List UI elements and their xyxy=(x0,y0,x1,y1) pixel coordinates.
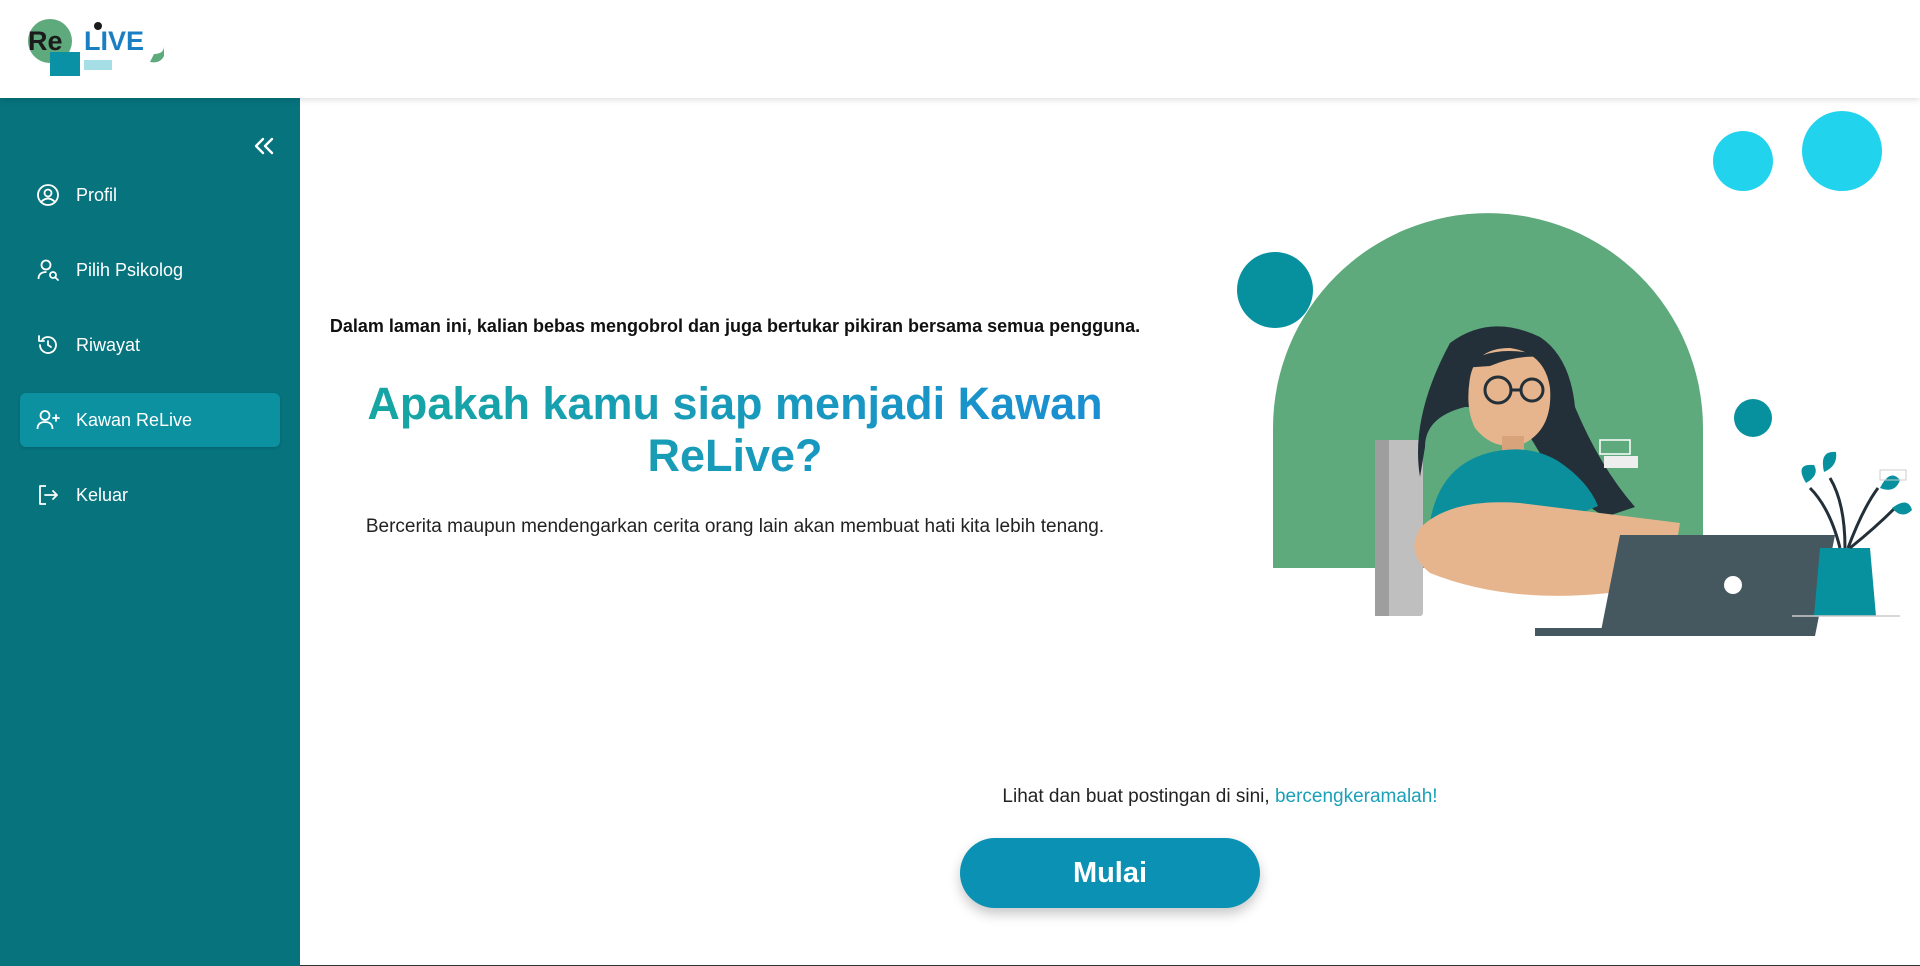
relive-logo[interactable]: Re LIVE xyxy=(26,16,174,80)
cta-text: Lihat dan buat postingan di sini, bercen… xyxy=(900,786,1540,808)
sidebar-item-keluar[interactable]: Keluar xyxy=(20,468,280,522)
start-button[interactable]: Mulai xyxy=(960,838,1260,908)
page-headline: Apakah kamu siap menjadi Kawan ReLive? xyxy=(360,378,1110,482)
sidebar-nav: Profil Pilih Psikolog Riwayat Kawan ReLi… xyxy=(20,168,280,543)
subtext: Bercerita maupun mendengarkan cerita ora… xyxy=(365,516,1105,537)
sidebar-item-profil[interactable]: Profil xyxy=(20,168,280,222)
chevrons-left-icon xyxy=(254,137,274,155)
sidebar-item-label: Kawan ReLive xyxy=(76,409,193,430)
sidebar-item-label: Profil xyxy=(76,184,118,205)
history-icon xyxy=(36,333,60,357)
cta-prefix: Lihat dan buat postingan di sini, xyxy=(1002,786,1275,807)
sidebar-item-pilih-psikolog[interactable]: Pilih Psikolog xyxy=(20,243,280,297)
sidebar: Profil Pilih Psikolog Riwayat Kawan ReLi… xyxy=(0,98,300,966)
woman-laptop-illustration xyxy=(1237,111,1912,636)
user-search-icon xyxy=(36,258,60,282)
sidebar-item-riwayat[interactable]: Riwayat xyxy=(20,318,280,372)
user-circle-icon xyxy=(36,183,60,207)
main-content: Dalam laman ini, kalian bebas mengobrol … xyxy=(300,98,1920,966)
logout-icon xyxy=(36,483,60,507)
sidebar-item-label: Keluar xyxy=(76,484,129,505)
sidebar-item-label: Riwayat xyxy=(76,334,141,355)
sidebar-item-label: Pilih Psikolog xyxy=(76,259,184,280)
collapse-sidebar-button[interactable] xyxy=(250,134,278,158)
top-bar: Re LIVE xyxy=(0,0,1920,98)
bercengkeramalah-link[interactable]: bercengkeramalah! xyxy=(1275,786,1438,807)
sidebar-item-kawan-relive[interactable]: Kawan ReLive xyxy=(20,393,280,447)
intro-text: Dalam laman ini, kalian bebas mengobrol … xyxy=(329,316,1141,336)
user-plus-icon xyxy=(36,408,60,432)
svg-text:LIVE: LIVE xyxy=(84,26,144,56)
svg-text:Re: Re xyxy=(28,26,63,56)
